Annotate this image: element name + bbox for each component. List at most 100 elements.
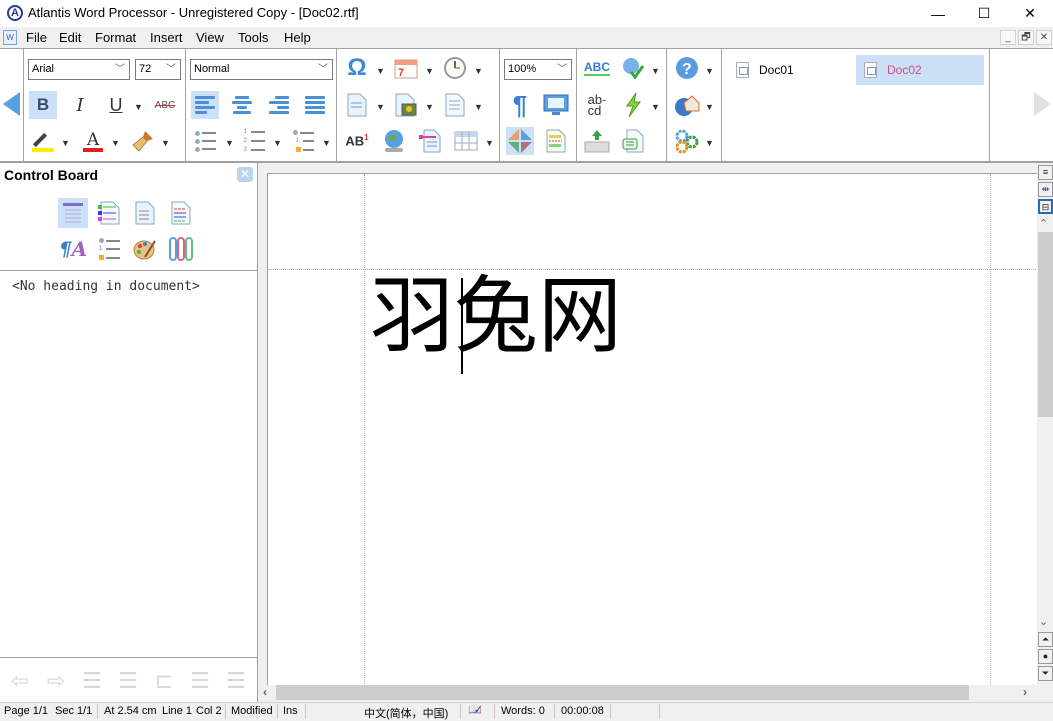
mdi-close-button[interactable]: ✕ [1036, 30, 1052, 45]
numbered-list-button[interactable]: 123 [240, 127, 268, 155]
dropdown-arrow-icon[interactable]: ▼ [705, 102, 714, 112]
options-button[interactable] [673, 127, 701, 155]
superscript-button[interactable]: AB1 [343, 127, 371, 155]
document-text[interactable]: 羽兔网 [370, 266, 622, 366]
styles-view-button[interactable] [94, 198, 124, 228]
colors-view-button[interactable] [130, 234, 160, 264]
dropdown-arrow-icon[interactable]: ▼ [134, 102, 143, 112]
previous-page-button[interactable]: ⏶ [1038, 632, 1053, 647]
menu-file[interactable]: File [23, 29, 50, 46]
dropdown-arrow-icon[interactable]: ▼ [651, 102, 660, 112]
menu-edit[interactable]: Edit [56, 29, 84, 46]
navigate-back-button[interactable]: ⇦ [6, 668, 34, 694]
dropdown-arrow-icon[interactable]: ▼ [705, 66, 714, 76]
browse-object-button[interactable]: ● [1038, 649, 1053, 664]
align-right-button[interactable] [265, 91, 293, 119]
dropdown-arrow-icon[interactable]: ▼ [225, 138, 234, 148]
dropdown-arrow-icon[interactable]: ▼ [474, 102, 483, 112]
bullet-list-button[interactable] [191, 127, 219, 155]
delete-heading-button[interactable]: ☰ [78, 668, 106, 694]
dropdown-arrow-icon[interactable]: ▼ [651, 66, 660, 76]
page-boundaries-button[interactable]: ⊟ [1038, 199, 1053, 214]
next-page-button[interactable]: ⏷ [1038, 666, 1053, 681]
font-name-select[interactable]: Arial ﹀ [28, 59, 130, 80]
align-center-button[interactable] [228, 91, 256, 119]
close-button[interactable]: ✕ [1007, 0, 1053, 27]
insert-date-button[interactable]: 7 [392, 54, 420, 82]
ruler-toggle-button[interactable]: ≡ [1038, 165, 1053, 180]
minimize-button[interactable]: — [915, 0, 961, 27]
align-justify-button[interactable] [301, 91, 329, 119]
insert-hyperlink-button[interactable] [380, 127, 408, 155]
delete-section-button[interactable]: ☰ [114, 668, 142, 694]
doc-tab-doc01[interactable]: Doc01 [728, 55, 856, 85]
show-formatting-button[interactable]: ¶ [506, 90, 534, 120]
menu-help[interactable]: Help [281, 29, 314, 46]
help-button[interactable]: ? [673, 54, 701, 82]
horizontal-scroll-thumb[interactable] [276, 685, 969, 700]
horizontal-scrollbar[interactable]: ‹ › [259, 685, 1037, 702]
mdi-minimize-button[interactable]: _ [1000, 30, 1016, 45]
dropdown-arrow-icon[interactable]: ▼ [376, 66, 385, 76]
align-left-button[interactable] [191, 91, 219, 119]
document-area[interactable]: 羽兔网 [259, 163, 1038, 686]
strikethrough-button[interactable]: ABC [151, 91, 179, 119]
dropdown-arrow-icon[interactable]: ▼ [376, 102, 385, 112]
insert-time-button[interactable] [441, 54, 469, 82]
new-document-button[interactable] [343, 91, 371, 119]
demote-heading-button[interactable]: ⊏ [150, 668, 178, 694]
page-view-button[interactable] [506, 127, 534, 155]
dropdown-arrow-icon[interactable]: ▼ [474, 66, 483, 76]
underline-button[interactable]: U [102, 91, 130, 119]
draft-view-button[interactable] [542, 127, 570, 155]
insert-symbol-button[interactable]: Ω [343, 54, 371, 82]
dropdown-arrow-icon[interactable]: ▼ [161, 138, 170, 148]
multilevel-list-button[interactable]: 1 [289, 127, 317, 155]
mdi-restore-button[interactable]: 🗗 [1018, 30, 1034, 45]
spellcheck-status-icon[interactable]: 📖✓ [468, 703, 491, 716]
menu-format[interactable]: Format [92, 29, 139, 46]
page-layout-button[interactable] [441, 91, 469, 119]
bookmarks-view-button[interactable] [130, 198, 160, 228]
web-check-button[interactable] [619, 54, 647, 82]
scroll-right-icon[interactable]: › [1023, 685, 1027, 699]
collapse-button[interactable]: ☰ [186, 668, 214, 694]
vertical-scrollbar[interactable]: ≡ ⇹ ⊟ ⌃ ⌄ ⏶ ● ⏷ [1037, 163, 1053, 685]
menu-tools[interactable]: Tools [235, 29, 271, 46]
full-screen-button[interactable] [542, 91, 570, 119]
dropdown-arrow-icon[interactable]: ▼ [322, 138, 331, 148]
menu-insert[interactable]: Insert [147, 29, 186, 46]
insert-table-button[interactable] [452, 127, 480, 155]
expand-button[interactable]: ☰ [222, 668, 250, 694]
scroll-down-icon[interactable]: ⌄ [1039, 615, 1048, 628]
zoom-select[interactable]: 100% ﹀ [504, 59, 572, 80]
scroll-left-icon[interactable]: ‹ [263, 685, 267, 699]
hyphenation-button[interactable]: ab-cd [583, 91, 611, 119]
dropdown-arrow-icon[interactable]: ▼ [485, 138, 494, 148]
font-color-button[interactable]: A [79, 127, 107, 155]
on-screen-keyboard-button[interactable] [583, 127, 611, 155]
maximize-button[interactable]: ☐ [961, 0, 1007, 27]
toolbar-scroll-left-icon[interactable] [3, 92, 20, 116]
dropdown-arrow-icon[interactable]: ▼ [61, 138, 70, 148]
split-view-button[interactable]: ⇹ [1038, 182, 1053, 197]
format-painter-button[interactable] [129, 127, 157, 155]
dropdown-arrow-icon[interactable]: ▼ [273, 138, 282, 148]
bold-button[interactable]: B [29, 91, 57, 119]
navigate-forward-button[interactable]: ⇨ [42, 668, 70, 694]
dropdown-arrow-icon[interactable]: ▼ [425, 66, 434, 76]
doc-tab-doc02[interactable]: Doc02 [856, 55, 984, 85]
font-size-select[interactable]: 72 ﹀ [135, 59, 181, 80]
document-properties-button[interactable] [619, 127, 647, 155]
scroll-up-icon[interactable]: ⌃ [1039, 217, 1048, 230]
insert-picture-button[interactable] [392, 91, 420, 119]
headings-view-button[interactable] [58, 198, 88, 228]
dropdown-arrow-icon[interactable]: ▼ [111, 138, 120, 148]
document-menu-icon[interactable]: W [3, 30, 17, 45]
lists-view-button[interactable]: 1 [94, 234, 124, 264]
italic-button[interactable]: I [66, 91, 94, 119]
web-home-button[interactable] [673, 91, 701, 119]
insert-bookmark-button[interactable] [416, 127, 444, 155]
status-insert-mode[interactable]: Ins [283, 705, 298, 717]
highlight-button[interactable] [29, 127, 57, 155]
